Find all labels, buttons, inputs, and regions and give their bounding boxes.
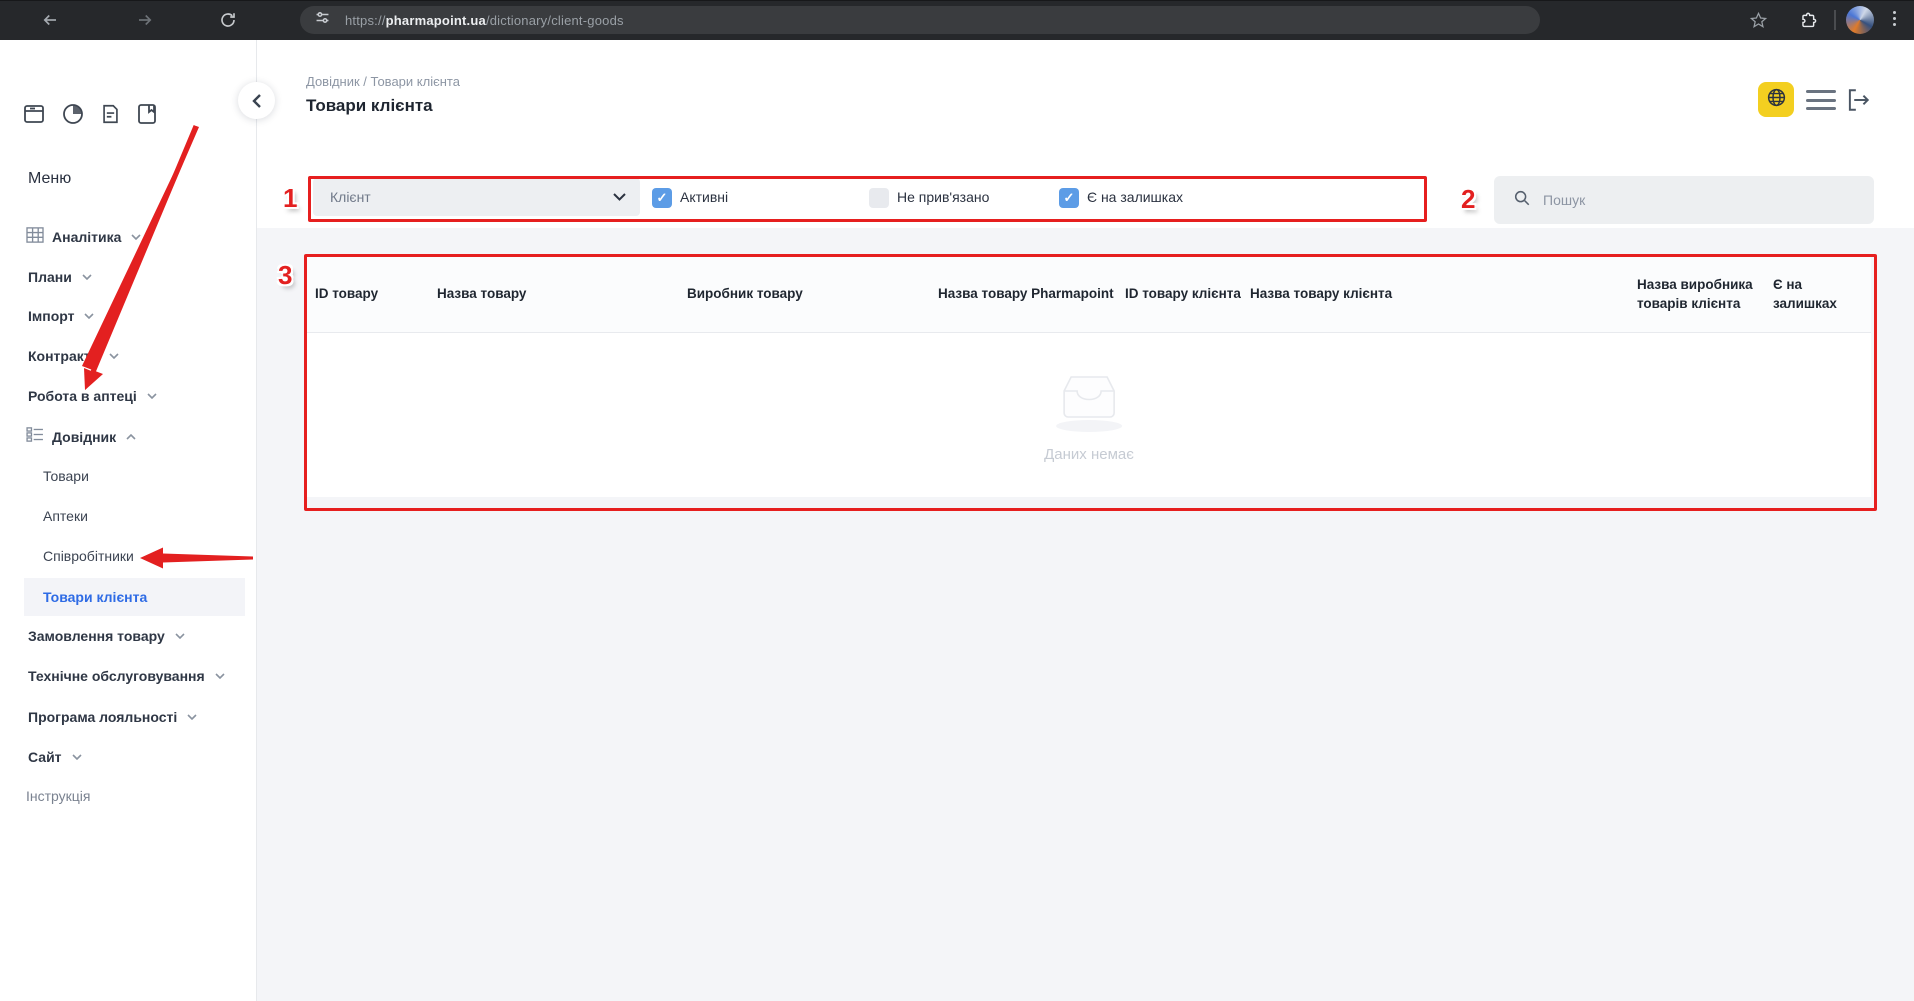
chevron-down-icon xyxy=(147,393,157,399)
chevron-down-icon xyxy=(613,188,626,206)
browser-menu-icon[interactable] xyxy=(1893,8,1896,29)
empty-state: Даних немає xyxy=(1044,375,1134,463)
profile-avatar[interactable] xyxy=(1846,6,1874,34)
search-icon xyxy=(1513,189,1531,212)
page-title: Товари клієнта xyxy=(306,96,433,116)
chevron-down-icon xyxy=(72,754,82,760)
forward-icon[interactable] xyxy=(133,8,157,32)
breadcrumb: Довідник / Товари клієнта xyxy=(306,74,460,89)
sidebar-item-import[interactable]: Імпорт xyxy=(28,305,94,327)
table-header-row: ID товару Назва товару Виробник товару Н… xyxy=(307,257,1871,333)
sidebar-item-analytics[interactable]: Аналітика xyxy=(26,226,141,248)
col-pharmapoint-name[interactable]: Назва товару Pharmapoint xyxy=(938,284,1123,303)
checkbox-active[interactable]: ✓ xyxy=(652,188,672,208)
logout-icon[interactable] xyxy=(1845,87,1871,113)
book-icon[interactable] xyxy=(136,102,158,131)
chevron-down-icon xyxy=(215,673,225,679)
checkbox-not-linked-label: Не прив'язано xyxy=(897,189,989,205)
url-text: https://pharmapoint.ua/dictionary/client… xyxy=(345,13,624,28)
sidebar-item-plans[interactable]: Плани xyxy=(28,266,92,288)
sidebar-item-goods-order[interactable]: Замовлення товару xyxy=(28,625,185,647)
screenshot-root: https://pharmapoint.ua/dictionary/client… xyxy=(0,0,1914,1001)
sidebar-collapse-button[interactable] xyxy=(238,82,275,119)
toolbar-separator xyxy=(1834,10,1836,30)
chevron-down-icon xyxy=(82,274,92,280)
address-bar[interactable]: https://pharmapoint.ua/dictionary/client… xyxy=(300,6,1540,34)
pie-chart-icon[interactable] xyxy=(61,102,85,131)
extensions-icon[interactable] xyxy=(1796,8,1820,32)
archive-box-icon[interactable] xyxy=(22,102,46,131)
client-goods-table: ID товару Назва товару Виробник товару Н… xyxy=(307,257,1871,497)
browser-toolbar: https://pharmapoint.ua/dictionary/client… xyxy=(0,0,1914,40)
sidebar: Меню Аналітика Плани Імпорт Контракти Ро… xyxy=(0,40,256,1001)
sidebar-item-goods[interactable]: Товари xyxy=(43,465,89,487)
empty-inbox-icon xyxy=(1061,408,1117,425)
sidebar-item-loyalty-program[interactable]: Програма лояльності xyxy=(28,706,197,728)
search-input[interactable] xyxy=(1541,191,1845,209)
sidebar-item-client-goods[interactable]: Товари клієнта xyxy=(43,586,147,608)
sidebar-item-site[interactable]: Сайт xyxy=(28,746,82,768)
sidebar-item-maintenance[interactable]: Технічне обслуговування xyxy=(28,665,225,687)
empty-state-text: Даних немає xyxy=(1044,446,1134,463)
chevron-up-icon xyxy=(126,434,136,440)
document-icon[interactable] xyxy=(100,103,121,130)
client-dropdown[interactable]: Клієнт xyxy=(313,178,640,216)
checkbox-in-stock[interactable]: ✓ xyxy=(1059,188,1079,208)
language-button[interactable] xyxy=(1758,82,1794,117)
checkbox-in-stock-label: Є на залишках xyxy=(1087,189,1183,205)
col-goods-manufacturer[interactable]: Виробник товару xyxy=(687,284,927,303)
site-settings-icon[interactable] xyxy=(314,9,331,31)
reload-icon[interactable] xyxy=(216,8,240,32)
checkbox-not-linked[interactable] xyxy=(869,188,889,208)
grid-icon xyxy=(26,227,44,248)
col-client-goods-id[interactable]: ID товару клієнта xyxy=(1125,284,1245,303)
sidebar-item-dictionary[interactable]: Довідник xyxy=(26,426,136,448)
sidebar-item-contracts[interactable]: Контракти xyxy=(28,345,119,367)
bookmark-star-icon[interactable] xyxy=(1746,8,1770,32)
col-in-stock[interactable]: Є на залишках xyxy=(1773,275,1865,313)
list-icon xyxy=(26,427,44,447)
chevron-down-icon xyxy=(84,313,94,319)
chevron-down-icon xyxy=(109,353,119,359)
back-icon[interactable] xyxy=(38,8,62,32)
sidebar-item-instruction[interactable]: Інструкція xyxy=(26,785,91,807)
search-box[interactable] xyxy=(1494,176,1874,224)
menu-title: Меню xyxy=(28,170,71,188)
checkbox-active-label: Активні xyxy=(680,189,728,205)
hamburger-menu-icon[interactable] xyxy=(1806,90,1836,110)
annotation-number-1: 1 xyxy=(283,183,297,214)
sidebar-quick-icons xyxy=(22,102,158,131)
col-client-manufacturer-name[interactable]: Назва виробника товарів клієнта xyxy=(1637,275,1762,313)
client-dropdown-value: Клієнт xyxy=(330,189,371,205)
globe-icon xyxy=(1766,87,1787,113)
sidebar-item-pharmacies[interactable]: Аптеки xyxy=(43,505,88,527)
col-client-goods-name[interactable]: Назва товару клієнта xyxy=(1250,284,1630,303)
chevron-down-icon xyxy=(175,633,185,639)
annotation-number-2: 2 xyxy=(1461,184,1475,215)
chevron-down-icon xyxy=(131,234,141,240)
annotation-number-3: 3 xyxy=(278,260,292,291)
col-goods-id[interactable]: ID товару xyxy=(315,284,425,303)
chevron-down-icon xyxy=(187,714,197,720)
col-goods-name[interactable]: Назва товару xyxy=(437,284,677,303)
sidebar-item-pharmacy-work[interactable]: Робота в аптеці xyxy=(28,385,157,407)
sidebar-item-employees[interactable]: Співробітники xyxy=(43,545,134,567)
